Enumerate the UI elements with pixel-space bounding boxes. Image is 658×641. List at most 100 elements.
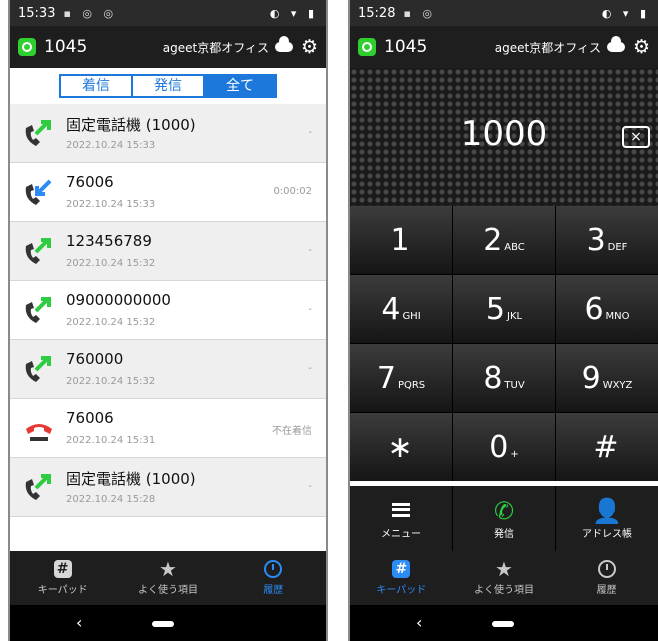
history-duration: -: [308, 304, 312, 315]
history-duration: 不在着信: [272, 426, 312, 437]
key-digit: 8: [483, 360, 503, 396]
history-duration: -: [308, 127, 312, 138]
history-row[interactable]: 固定電話機 (1000) 2022.10.24 15:33 -: [10, 104, 326, 163]
home-pill[interactable]: [492, 621, 514, 627]
star-icon: ★: [159, 557, 177, 581]
history-filter: 着信 発信 全て: [10, 68, 326, 104]
history-list: 固定電話機 (1000) 2022.10.24 15:33 - 76006 2022.1…: [10, 104, 326, 517]
history-screen: 15:33 ▪ ◎ ◎ ◐ ▾ ▮ 1045 ageet京都オフィス ⚙ 着信 …: [8, 0, 328, 641]
history-duration: -: [308, 363, 312, 374]
incoming-call-icon: [25, 179, 52, 205]
system-nav-bar: ‹: [350, 605, 658, 641]
tab-outgoing[interactable]: 発信: [131, 76, 203, 96]
extension-number: 1045: [384, 37, 428, 57]
history-timestamp: 2022.10.24 15:28: [66, 494, 156, 505]
nav-favorites[interactable]: ★ よく使う項目: [115, 551, 220, 605]
nav-history[interactable]: 履歴: [221, 551, 326, 605]
key-digit: #: [593, 429, 619, 465]
key-10[interactable]: 0 +: [453, 413, 555, 481]
history-contact-name: 123456789: [66, 232, 152, 250]
history-row[interactable]: 76006 2022.10.24 15:33 0:00:02: [10, 163, 326, 222]
history-contact-name: 固定電話機 (1000): [66, 470, 196, 488]
key-2[interactable]: 3 DEF: [556, 206, 658, 274]
outgoing-call-icon: [25, 120, 51, 146]
key-6[interactable]: 7 PQRS: [350, 344, 452, 412]
registration-status-icon: [18, 38, 36, 56]
key-11[interactable]: #: [556, 413, 658, 481]
nav-history[interactable]: 履歴: [555, 551, 658, 605]
tab-incoming[interactable]: 着信: [61, 76, 131, 96]
dialer-screen: 15:28 ▪ ◎ ◐ ▾ ▮ 1045 ageet京都オフィス ⚙ 1000 …: [348, 0, 658, 641]
backspace-icon[interactable]: ×: [622, 126, 650, 148]
call-label: 発信: [494, 529, 514, 540]
key-digit: 3: [586, 222, 606, 258]
home-pill[interactable]: [152, 621, 174, 627]
key-8[interactable]: 9 WXYZ: [556, 344, 658, 412]
gear-icon[interactable]: ⚙: [633, 38, 650, 57]
key-digit: 7: [376, 360, 396, 396]
notification-icons: ▪ ◎: [403, 6, 437, 20]
menu-button[interactable]: メニュー: [350, 486, 452, 551]
key-7[interactable]: 8 TUV: [453, 344, 555, 412]
cloud-icon[interactable]: [274, 36, 293, 52]
history-timestamp: 2022.10.24 15:32: [66, 376, 156, 387]
key-digit: 0: [489, 429, 509, 465]
keypad-icon: #: [392, 560, 411, 578]
missed-call-icon: [26, 424, 52, 441]
signal-battery-icons: ◐ ▾ ▮: [269, 6, 318, 20]
nav-history-label: 履歴: [263, 585, 284, 596]
history-row[interactable]: 固定電話機 (1000) 2022.10.24 15:28 -: [10, 458, 326, 517]
key-3[interactable]: 4 GHI: [350, 275, 452, 343]
status-time: 15:33: [18, 5, 56, 21]
clock-icon: [264, 560, 283, 578]
nav-keypad[interactable]: # キーパッド: [350, 551, 453, 605]
key-9[interactable]: ∗: [350, 413, 452, 481]
nav-favorites[interactable]: ★ よく使う項目: [453, 551, 556, 605]
app-bar: 1045 ageet京都オフィス ⚙: [10, 26, 326, 68]
outgoing-call-icon: [25, 474, 51, 500]
key-digit: 6: [584, 291, 604, 327]
dialer-actions: メニュー ✆ 発信 👤 アドレス帳: [350, 486, 658, 551]
history-timestamp: 2022.10.24 15:33: [66, 140, 156, 151]
gear-icon[interactable]: ⚙: [301, 38, 318, 57]
outgoing-call-icon: [25, 356, 51, 382]
bottom-nav: # キーパッド ★ よく使う項目 履歴: [10, 551, 326, 605]
history-row[interactable]: 760000 2022.10.24 15:32 -: [10, 340, 326, 399]
cloud-icon[interactable]: [606, 36, 625, 52]
status-bar: 15:33 ▪ ◎ ◎ ◐ ▾ ▮: [10, 0, 326, 26]
back-icon[interactable]: ‹: [416, 613, 422, 632]
history-row[interactable]: 123456789 2022.10.24 15:32 -: [10, 222, 326, 281]
history-row[interactable]: 76006 2022.10.24 15:31 不在着信: [10, 399, 326, 458]
key-letters: ABC: [504, 241, 525, 253]
history-contact-name: 76006: [66, 409, 114, 427]
nav-favorites-label: よく使う項目: [137, 585, 198, 596]
menu-label: メニュー: [381, 529, 421, 540]
key-1[interactable]: 2 ABC: [453, 206, 555, 274]
key-letters: DEF: [607, 241, 628, 253]
key-letters: JKL: [507, 310, 523, 322]
nav-keypad[interactable]: # キーパッド: [10, 551, 115, 605]
nav-keypad-label: キーパッド: [376, 585, 427, 596]
dialed-number: 1000: [460, 114, 548, 154]
back-icon[interactable]: ‹: [76, 613, 82, 632]
key-digit: 2: [483, 222, 503, 258]
history-duration: 0:00:02: [273, 186, 312, 197]
menu-icon: [392, 503, 410, 517]
history-duration: -: [308, 481, 312, 492]
key-0[interactable]: 1: [350, 206, 452, 274]
history-row[interactable]: 09000000000 2022.10.24 15:32 -: [10, 281, 326, 340]
history-timestamp: 2022.10.24 15:33: [66, 199, 156, 210]
extension-number: 1045: [44, 37, 88, 57]
person-icon: 👤: [592, 497, 622, 525]
key-4[interactable]: 5 JKL: [453, 275, 555, 343]
office-name: ageet京都オフィス: [494, 40, 601, 55]
outgoing-call-icon: [25, 238, 51, 264]
clock-icon: [597, 560, 616, 578]
contacts-button[interactable]: 👤 アドレス帳: [556, 486, 658, 551]
tab-all[interactable]: 全て: [203, 76, 275, 96]
key-5[interactable]: 6 MNO: [556, 275, 658, 343]
bottom-nav: # キーパッド ★ よく使う項目 履歴: [350, 551, 658, 605]
registration-status-icon: [358, 38, 376, 56]
call-button[interactable]: ✆ 発信: [453, 486, 555, 551]
history-contact-name: 固定電話機 (1000): [66, 116, 196, 134]
